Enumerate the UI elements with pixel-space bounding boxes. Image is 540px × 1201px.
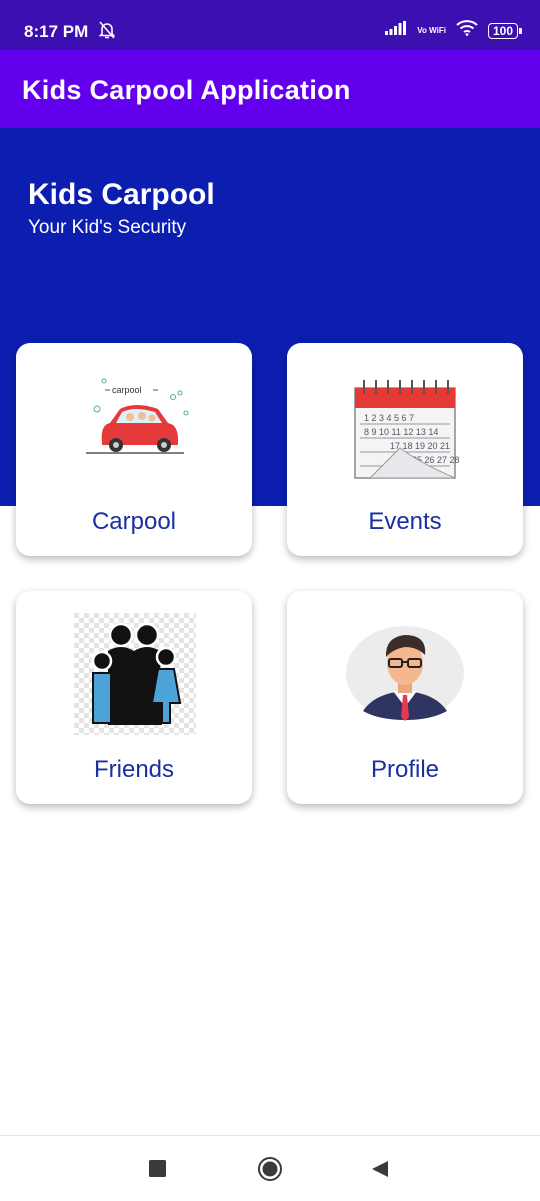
family-icon (74, 613, 196, 740)
svg-text:8 9 10 11 12 13 14: 8 9 10 11 12 13 14 (364, 427, 438, 437)
wifi-icon (456, 20, 478, 41)
profile-label: Profile (370, 756, 440, 783)
events-label: Events (368, 508, 442, 535)
hero-title: Kids Carpool (28, 178, 215, 211)
system-nav-bar (0, 1135, 540, 1201)
carpool-card[interactable]: carpool Carpool (16, 343, 252, 556)
svg-text:1 2 3 4 5 6 7: 1 2 3 4 5 6 7 (364, 413, 414, 423)
battery-indicator: 100 (487, 22, 523, 39)
back-button[interactable] (371, 1160, 389, 1183)
carpool-label: Carpool (91, 508, 177, 535)
profile-avatar-icon (345, 625, 465, 726)
hero-subtitle: Your Kid's Security (28, 217, 187, 238)
carpool-car-icon: carpool (80, 373, 190, 473)
app-title: Kids Carpool Application (22, 75, 351, 105)
status-bar: 8:17 PM Vo WiFi 100 (0, 0, 540, 50)
status-time: 8:17 PM (24, 22, 89, 41)
profile-card[interactable]: Profile (287, 591, 523, 804)
bell-off-icon (98, 20, 116, 45)
recents-button[interactable] (149, 1160, 166, 1182)
friends-label: Friends (93, 756, 175, 783)
vowifi-label: Vo WiFi (417, 25, 446, 35)
app-bar: Kids Carpool Application (0, 50, 540, 128)
carpool-image-text: carpool (112, 385, 142, 395)
signal-icon (385, 21, 407, 40)
events-card[interactable]: 1 2 3 4 5 6 7 8 9 10 11 12 13 14 17 18 1… (287, 343, 523, 556)
calendar-icon: 1 2 3 4 5 6 7 8 9 10 11 12 13 14 17 18 1… (350, 368, 465, 488)
home-button[interactable] (257, 1156, 283, 1187)
friends-card[interactable]: Friends (16, 591, 252, 804)
